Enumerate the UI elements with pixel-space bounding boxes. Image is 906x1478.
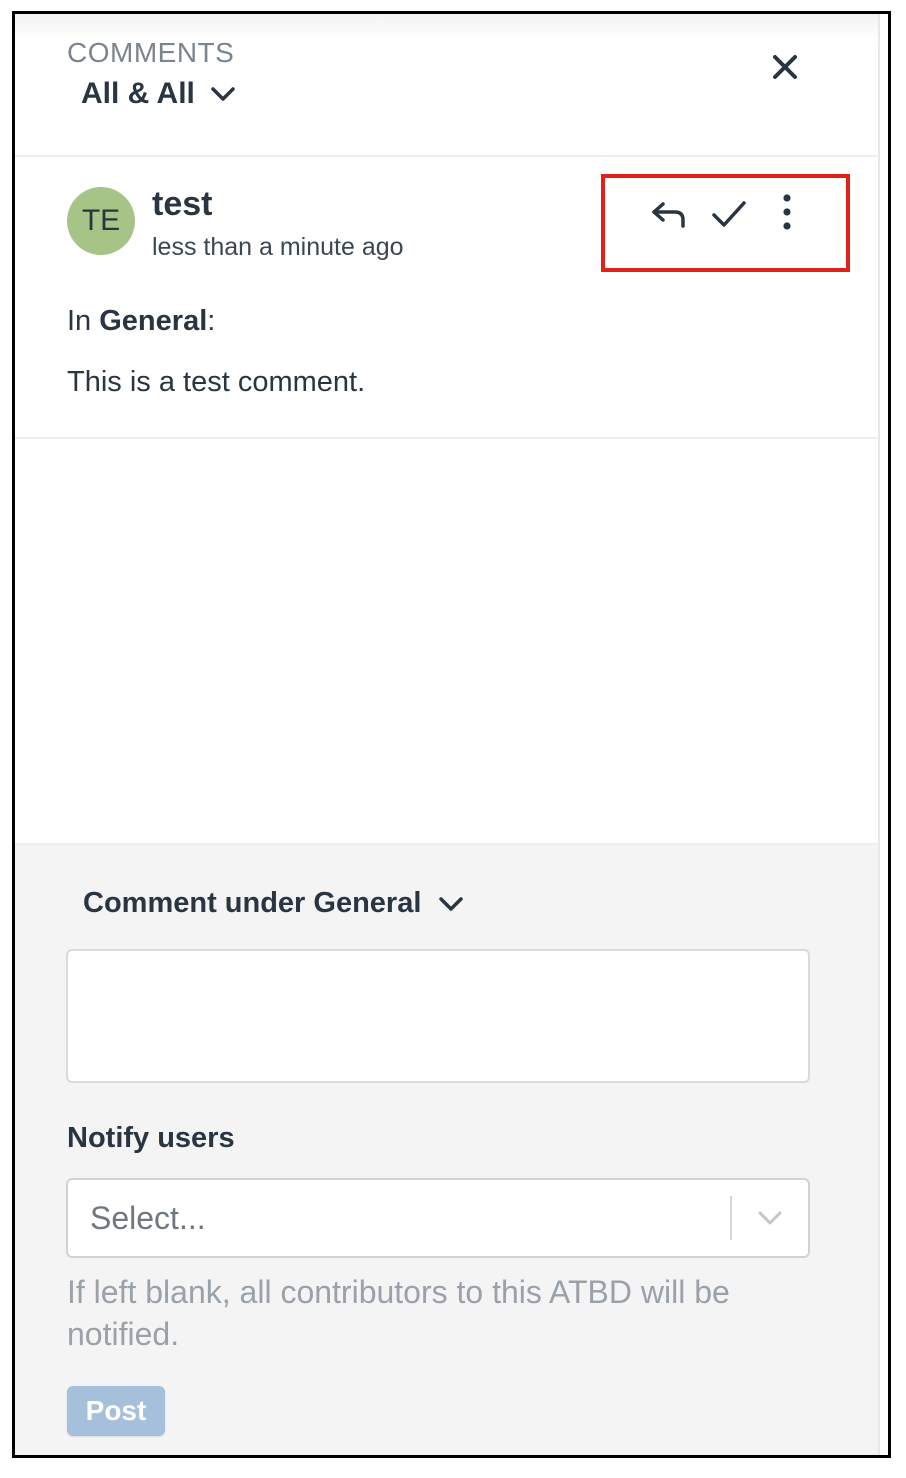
comment-item: TE test less than a minute ago In Genera…	[15, 157, 878, 439]
close-icon[interactable]	[768, 50, 802, 84]
post-button[interactable]: Post	[67, 1386, 165, 1436]
notify-users-select[interactable]: Select...	[66, 1178, 810, 1258]
chevron-down-icon	[209, 80, 237, 108]
section-select-dropdown[interactable]: Comment under General	[83, 887, 465, 920]
comment-context: In General:	[67, 305, 215, 338]
more-vertical-icon[interactable]	[777, 192, 797, 232]
chevron-down-icon[interactable]	[756, 1206, 784, 1230]
avatar: TE	[67, 187, 135, 255]
comments-panel: COMMENTS All & All TE test less than a m…	[12, 11, 891, 1458]
select-separator	[730, 1196, 732, 1240]
notify-users-label: Notify users	[67, 1122, 235, 1154]
comment-form: Comment under General Notify users Selec…	[15, 843, 878, 1455]
notify-users-hint: If left blank, all contributors to this …	[67, 1274, 730, 1352]
comment-filter-dropdown[interactable]: All & All	[81, 77, 237, 111]
comment-timestamp: less than a minute ago	[152, 233, 404, 261]
context-suffix: :	[207, 305, 216, 337]
notify-users-placeholder: Select...	[90, 1200, 206, 1236]
section-select-value: Comment under General	[83, 887, 422, 919]
comment-filter-value: All & All	[81, 77, 195, 110]
panel-edge-divider	[878, 14, 880, 1455]
comment-body: This is a test comment.	[67, 366, 366, 398]
comment-actions-highlight	[601, 174, 850, 272]
reply-icon[interactable]	[649, 198, 689, 232]
check-icon[interactable]	[709, 198, 749, 232]
context-prefix: In	[67, 305, 100, 337]
comments-heading: COMMENTS	[67, 37, 235, 68]
context-section: General	[99, 305, 208, 337]
comment-author: test	[152, 185, 213, 223]
comment-input[interactable]	[66, 949, 810, 1083]
chevron-down-icon	[437, 890, 465, 918]
comments-header: COMMENTS All & All	[15, 14, 878, 157]
